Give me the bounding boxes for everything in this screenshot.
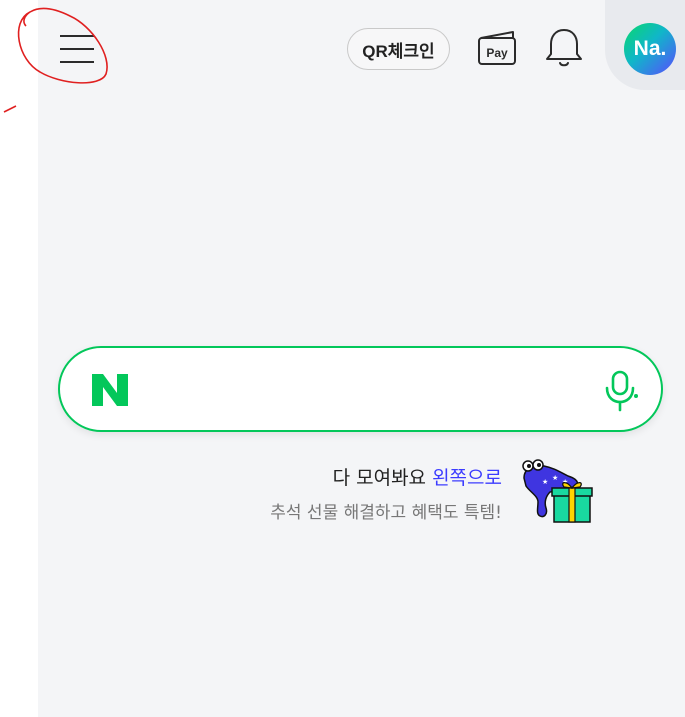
search-box[interactable]: [58, 346, 663, 432]
promo-title-highlight: 왼쪽으로: [432, 467, 502, 489]
avatar[interactable]: Na.: [624, 23, 676, 75]
hamburger-menu-icon: [60, 35, 94, 37]
promo-subtitle: 추석 선물 해결하고 혜택도 특템!: [270, 503, 502, 523]
promo-title: 다 모여봐요 왼쪽으로: [333, 463, 502, 490]
naver-logo-icon: [92, 374, 128, 406]
qr-checkin-label: QR체크인: [362, 41, 435, 61]
svg-text:★: ★: [542, 478, 548, 486]
voice-search-button[interactable]: [600, 366, 640, 414]
promo-title-prefix: 다 모여봐요: [332, 467, 433, 489]
microphone-icon: [605, 370, 638, 412]
hamburger-menu-icon-bar: [60, 61, 94, 63]
pay-wallet-icon: Pay: [478, 31, 516, 65]
left-blank-strip: [0, 0, 38, 717]
notification-button[interactable]: [542, 24, 586, 70]
pay-button[interactable]: Pay: [475, 26, 519, 70]
svg-text:★: ★: [552, 474, 558, 482]
pay-label: Pay: [486, 46, 508, 60]
qr-checkin-button[interactable]: QR체크인: [347, 28, 450, 70]
menu-button[interactable]: [57, 27, 97, 67]
promo-banner[interactable]: 다 모여봐요 왼쪽으로 추석 선물 해결하고 혜택도 특템! ★ ★ ★: [230, 456, 600, 536]
bell-icon: [546, 29, 582, 67]
search-input[interactable]: [150, 368, 570, 412]
avatar-text: Na.: [633, 37, 667, 60]
hamburger-menu-icon-bar: [60, 48, 94, 50]
gift-character-icon: ★ ★ ★: [522, 459, 593, 523]
